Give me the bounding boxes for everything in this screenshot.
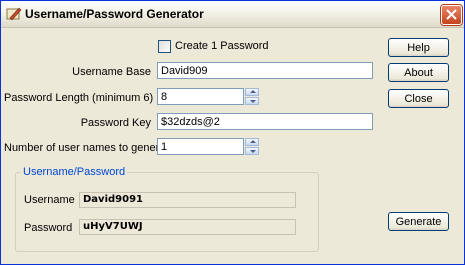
username-base-label: Username Base	[72, 66, 151, 78]
spin-down-icon[interactable]	[245, 97, 259, 105]
password-length-spinner[interactable]	[245, 88, 259, 105]
close-button[interactable]: Close	[388, 89, 449, 108]
result-group-label: Username/Password	[21, 166, 128, 178]
username-base-input[interactable]: David909	[157, 62, 373, 79]
result-group	[15, 172, 319, 252]
help-button[interactable]: Help	[388, 38, 449, 57]
num-usernames-input[interactable]: 1	[157, 138, 244, 155]
title-bar: Username/Password Generator	[1, 1, 464, 28]
password-length-label: Password Length (minimum 6)	[4, 92, 154, 104]
spin-down-icon[interactable]	[245, 147, 259, 155]
app-window: Username/Password Generator Create 1 Pas…	[0, 0, 465, 265]
about-button[interactable]: About	[388, 63, 449, 82]
window-close-button[interactable]	[441, 5, 462, 25]
app-icon	[6, 7, 22, 21]
password-key-label: Password Key	[80, 117, 151, 129]
password-label: Password	[24, 222, 73, 234]
window-title: Username/Password Generator	[25, 7, 204, 21]
client-area: Create 1 Password Username Base David909…	[4, 29, 461, 261]
generate-button[interactable]: Generate	[388, 212, 449, 231]
username-label: Username	[24, 194, 75, 206]
spin-up-icon[interactable]	[245, 138, 259, 146]
close-icon	[446, 9, 457, 20]
spin-up-icon[interactable]	[245, 88, 259, 96]
num-usernames-label: Number of user names to generate	[4, 142, 175, 154]
password-output: uHyV7UWJ	[79, 219, 296, 235]
username-output: David9091	[79, 192, 296, 208]
password-key-input[interactable]: $32dzds@2	[157, 113, 373, 130]
num-usernames-spinner[interactable]	[245, 138, 259, 155]
create-one-password-label: Create 1 Password	[175, 40, 269, 52]
create-one-password-checkbox[interactable]	[158, 40, 171, 53]
password-length-input[interactable]: 8	[157, 88, 244, 105]
